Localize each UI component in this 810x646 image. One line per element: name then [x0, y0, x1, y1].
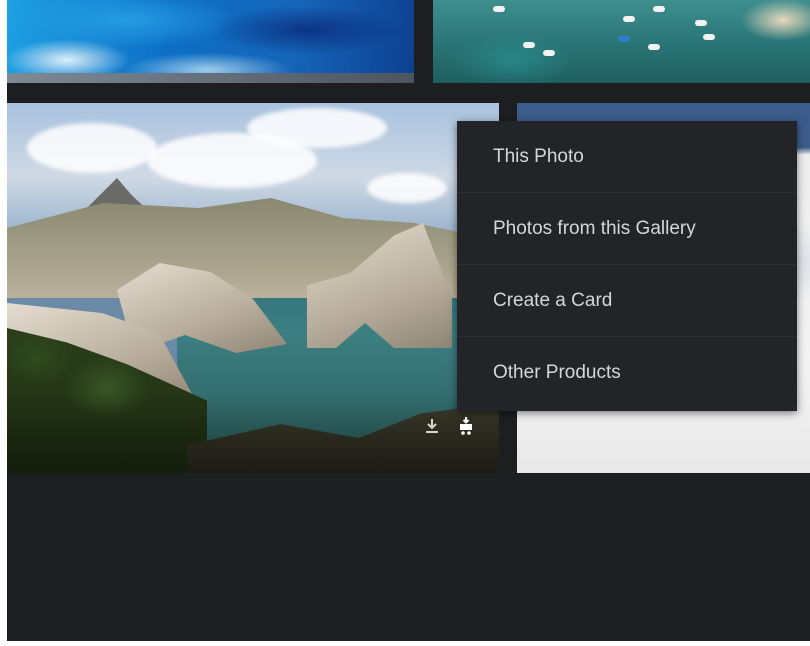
photo-ocean-waves[interactable] [7, 0, 414, 83]
menu-item-this-photo[interactable]: This Photo [457, 121, 797, 193]
boat [523, 42, 535, 48]
cloud [247, 108, 387, 148]
cloud [367, 173, 447, 203]
boat [653, 6, 665, 12]
cart-icon[interactable] [457, 416, 475, 436]
context-menu: This Photo Photos from this Gallery Crea… [457, 121, 797, 411]
boat [493, 6, 505, 12]
gallery-page: This Photo Photos from this Gallery Crea… [7, 0, 810, 641]
photo-coastal-cliffs[interactable] [7, 103, 499, 473]
cloud [27, 123, 157, 173]
boat [618, 36, 630, 42]
menu-item-create-card[interactable]: Create a Card [457, 265, 797, 337]
photo-harbor-boats[interactable] [433, 0, 810, 83]
boat [543, 50, 555, 56]
menu-item-photos-from-gallery[interactable]: Photos from this Gallery [457, 193, 797, 265]
boat [648, 44, 660, 50]
boat [623, 16, 635, 22]
boat [703, 34, 715, 40]
menu-item-other-products[interactable]: Other Products [457, 337, 797, 409]
boat [695, 20, 707, 26]
download-icon[interactable] [423, 416, 441, 436]
